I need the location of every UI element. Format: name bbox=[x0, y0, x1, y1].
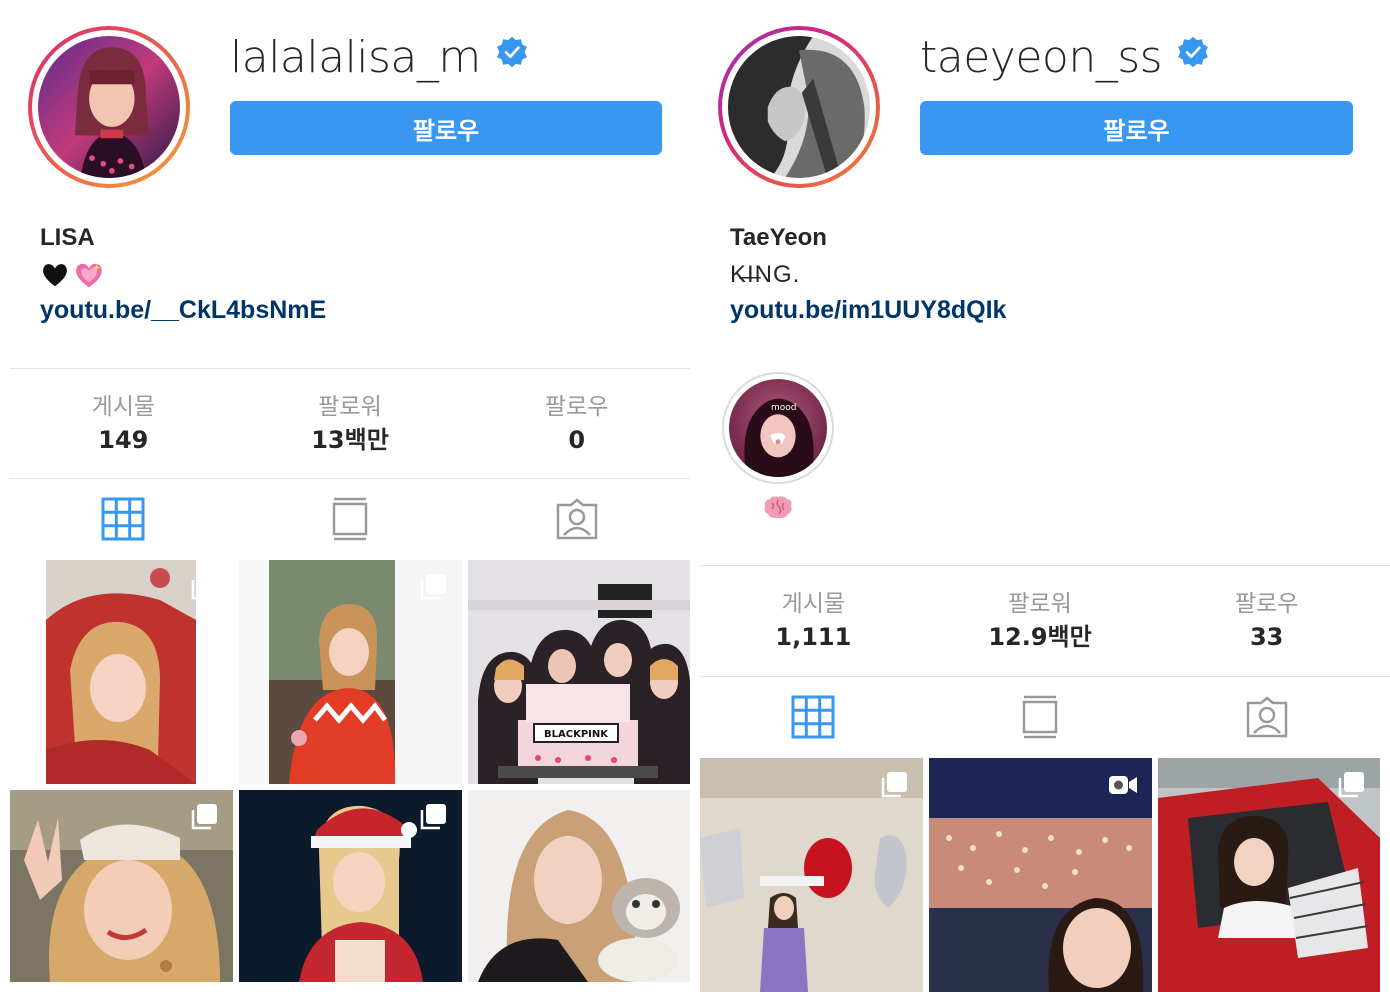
sparkling-pink-heart-icon bbox=[76, 263, 102, 288]
avatar-photo bbox=[38, 36, 180, 178]
username-text: taeyeon_ss bbox=[920, 32, 1163, 83]
highlight-cover bbox=[729, 379, 827, 477]
stat-followers[interactable]: 팔로워 13백만 bbox=[237, 370, 464, 478]
feed-icon bbox=[332, 497, 368, 541]
stat-value: 0 bbox=[568, 426, 586, 454]
profile-panel-lisa: lalalalisa_m 팔로우 LISA youtu.be/__CkL4bsN… bbox=[0, 0, 690, 992]
username-text: lalalalisa_m bbox=[230, 32, 481, 83]
tab-grid[interactable] bbox=[700, 677, 927, 757]
black-heart-icon bbox=[43, 264, 67, 287]
profile-avatar[interactable] bbox=[718, 26, 880, 188]
post-thumbnail[interactable] bbox=[10, 560, 233, 784]
tagged-icon bbox=[556, 498, 597, 540]
tab-tagged[interactable] bbox=[1153, 677, 1380, 757]
post-thumbnail[interactable] bbox=[239, 560, 462, 784]
profile-stats: 게시물 149 팔로워 13백만 팔로우 0 bbox=[10, 370, 690, 478]
post-thumbnail[interactable] bbox=[239, 790, 462, 982]
post-thumbnail[interactable] bbox=[1158, 758, 1380, 992]
divider bbox=[10, 368, 690, 369]
post-thumbnail[interactable]: BLACKPINK bbox=[468, 560, 690, 784]
highlight-label bbox=[722, 494, 834, 528]
profile-bio bbox=[40, 258, 108, 292]
multi-photo-icon bbox=[418, 572, 448, 602]
verified-badge-icon bbox=[495, 35, 529, 69]
posts-grid: BLACKPINK bbox=[10, 560, 690, 982]
cake-caption: BLACKPINK bbox=[544, 729, 609, 740]
avatar-photo bbox=[728, 36, 870, 178]
brain-icon bbox=[764, 496, 792, 519]
stat-posts: 게시물 149 bbox=[10, 370, 237, 478]
multi-photo-icon bbox=[1336, 770, 1366, 800]
profile-tabs bbox=[10, 479, 690, 559]
profile-panel-taeyeon: taeyeon_ss 팔로우 TaeYeon K̶I̶NG. youtu.be/… bbox=[700, 0, 1390, 992]
tab-feed[interactable] bbox=[237, 479, 464, 559]
feed-icon bbox=[1022, 695, 1058, 739]
grid-icon bbox=[791, 695, 835, 739]
bio-link[interactable]: youtu.be/im1UUY8dQIk bbox=[730, 296, 1006, 325]
stat-value: 12.9백만 bbox=[988, 623, 1092, 651]
stat-value: 1,111 bbox=[775, 623, 852, 651]
story-highlight[interactable]: mood bbox=[722, 372, 834, 528]
profile-full-name: TaeYeon bbox=[730, 224, 827, 251]
stat-label: 팔로워 bbox=[1008, 591, 1072, 617]
verified-badge-icon bbox=[1176, 35, 1210, 69]
grid-icon bbox=[101, 497, 145, 541]
video-icon bbox=[1108, 770, 1138, 800]
profile-stats: 게시물 1,111 팔로워 12.9백만 팔로우 33 bbox=[700, 567, 1380, 675]
post-photo bbox=[468, 790, 690, 982]
stat-following[interactable]: 팔로우 0 bbox=[463, 370, 690, 478]
tagged-icon bbox=[1246, 696, 1287, 738]
multi-photo-icon bbox=[189, 572, 219, 602]
follow-button[interactable]: 팔로우 bbox=[920, 101, 1353, 155]
profile-full-name: LISA bbox=[40, 224, 95, 251]
stat-label: 팔로워 bbox=[318, 394, 382, 420]
posts-grid bbox=[700, 758, 1380, 992]
stat-label: 게시물 bbox=[781, 591, 846, 617]
follow-button[interactable]: 팔로우 bbox=[230, 101, 662, 155]
profile-avatar[interactable] bbox=[28, 26, 190, 188]
post-thumbnail[interactable] bbox=[468, 790, 690, 982]
post-thumbnail[interactable] bbox=[10, 790, 233, 982]
stat-followers[interactable]: 팔로워 12.9백만 bbox=[927, 567, 1154, 675]
stat-label: 팔로우 bbox=[1234, 591, 1299, 617]
profile-tabs bbox=[700, 677, 1380, 757]
tab-grid[interactable] bbox=[10, 479, 237, 559]
bio-link[interactable]: youtu.be/__CkL4bsNmE bbox=[40, 296, 326, 325]
stat-label: 게시물 bbox=[91, 394, 156, 420]
multi-photo-icon bbox=[418, 802, 448, 832]
tab-tagged[interactable] bbox=[463, 479, 690, 559]
stat-value: 33 bbox=[1249, 623, 1284, 651]
multi-photo-icon bbox=[879, 770, 909, 800]
multi-photo-icon bbox=[189, 802, 219, 832]
stat-value: 149 bbox=[98, 426, 149, 454]
profile-bio: K̶I̶NG. bbox=[730, 261, 801, 288]
highlight-inner-text: mood bbox=[771, 403, 797, 413]
stat-value: 13백만 bbox=[311, 426, 389, 454]
profile-username: taeyeon_ss bbox=[920, 30, 1210, 86]
tab-feed[interactable] bbox=[927, 677, 1154, 757]
post-thumbnail[interactable] bbox=[700, 758, 923, 992]
divider bbox=[700, 565, 1390, 566]
stat-posts: 게시물 1,111 bbox=[700, 567, 927, 675]
profile-username: lalalalisa_m bbox=[230, 30, 529, 86]
stat-label: 팔로우 bbox=[544, 394, 609, 420]
post-photo: BLACKPINK bbox=[468, 560, 690, 784]
stat-following[interactable]: 팔로우 33 bbox=[1153, 567, 1380, 675]
post-thumbnail[interactable] bbox=[929, 758, 1152, 992]
